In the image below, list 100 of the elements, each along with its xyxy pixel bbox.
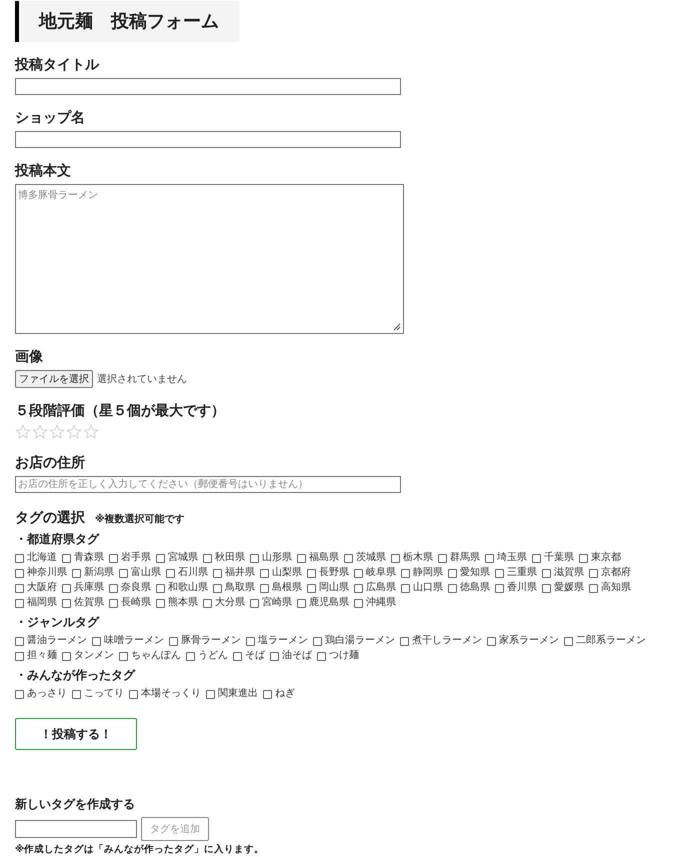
checkbox[interactable] <box>62 598 71 608</box>
checkbox[interactable] <box>589 584 598 592</box>
checkbox[interactable] <box>485 554 494 562</box>
checkbox[interactable] <box>354 568 363 578</box>
input-field[interactable]: お店の住所を正しく入力してください（郵便番号はいりません） <box>15 476 401 493</box>
star-icon[interactable] <box>15 424 31 440</box>
checkbox[interactable] <box>270 652 279 660</box>
tag-label: 北海道 <box>27 551 57 565</box>
checkbox[interactable] <box>206 690 215 698</box>
tag-label: そば <box>245 649 265 663</box>
field-label: 画像 <box>15 348 44 366</box>
checkbox[interactable] <box>297 554 306 562</box>
checkbox[interactable] <box>15 636 24 646</box>
checkbox[interactable] <box>129 690 138 698</box>
checkbox[interactable] <box>401 584 410 592</box>
checkbox[interactable] <box>15 652 24 660</box>
checkbox[interactable] <box>15 568 24 578</box>
star-icon[interactable] <box>83 424 99 440</box>
tag-label: 鳥取県 <box>225 581 255 595</box>
textarea-field[interactable]: 博多豚骨ラーメン <box>15 184 404 334</box>
checkbox[interactable] <box>92 636 101 646</box>
checkbox[interactable] <box>62 584 71 592</box>
star-icon[interactable] <box>32 424 48 440</box>
checkbox[interactable] <box>62 554 71 562</box>
checkbox[interactable] <box>156 598 165 608</box>
checkbox[interactable] <box>156 554 165 562</box>
checkbox[interactable] <box>344 554 353 562</box>
submit-button[interactable]: ！投稿する！ <box>15 718 137 750</box>
tag-label: 高知県 <box>601 581 631 595</box>
checkbox[interactable] <box>313 636 322 646</box>
checkbox[interactable] <box>354 598 363 608</box>
checkbox[interactable] <box>260 568 269 578</box>
checkbox[interactable] <box>297 598 306 608</box>
checkbox[interactable] <box>203 598 212 608</box>
checkbox[interactable] <box>109 584 118 592</box>
checkbox[interactable] <box>401 568 410 578</box>
checkbox[interactable] <box>156 584 165 592</box>
checkbox[interactable] <box>15 598 24 608</box>
tag-label: 煮干しラーメン <box>412 634 482 648</box>
resize-grip-icon[interactable] <box>393 323 401 331</box>
checkbox[interactable] <box>119 568 128 578</box>
checkbox[interactable] <box>166 568 175 578</box>
checkbox[interactable] <box>579 554 588 562</box>
checkbox[interactable] <box>487 636 496 646</box>
file-status: 選択されていません <box>97 373 187 386</box>
checkbox[interactable] <box>542 584 551 592</box>
tag-label: 岩手県 <box>121 551 151 565</box>
tag-label: 福岡県 <box>27 596 57 610</box>
checkbox[interactable] <box>109 598 118 608</box>
tag-label: 鶏白湯ラーメン <box>325 634 395 648</box>
checkbox[interactable] <box>233 652 242 660</box>
checkbox[interactable] <box>250 554 259 562</box>
checkbox[interactable] <box>391 554 400 562</box>
checkbox[interactable] <box>495 584 504 592</box>
checkbox[interactable] <box>72 690 81 698</box>
checkbox[interactable] <box>448 584 457 592</box>
tags-heading: タグの選択 <box>15 509 85 527</box>
checkbox[interactable] <box>532 554 541 562</box>
checkbox[interactable] <box>400 636 409 646</box>
choose-file-button[interactable]: ファイルを選択 <box>15 370 93 388</box>
checkbox[interactable] <box>15 690 24 698</box>
tag-label: 石川県 <box>178 566 208 580</box>
checkbox[interactable] <box>564 636 573 646</box>
checkbox[interactable] <box>186 652 195 660</box>
checkbox[interactable] <box>307 568 316 578</box>
tag-label: 味噌ラーメン <box>104 634 164 648</box>
checkbox[interactable] <box>448 568 457 578</box>
new-tag-input[interactable] <box>15 820 137 838</box>
tag-label: 茨城県 <box>356 551 386 565</box>
checkbox[interactable] <box>354 584 363 592</box>
checkbox[interactable] <box>542 568 551 578</box>
checkbox[interactable] <box>109 554 118 562</box>
input-field[interactable] <box>15 131 401 148</box>
checkbox[interactable] <box>250 598 259 608</box>
checkbox[interactable] <box>260 584 269 592</box>
checkbox[interactable] <box>495 568 504 578</box>
tag-label: 兵庫県 <box>74 581 104 595</box>
checkbox[interactable] <box>438 554 447 562</box>
checkbox[interactable] <box>263 690 272 698</box>
checkbox[interactable] <box>15 584 24 592</box>
field-label: ショップ名 <box>15 109 86 127</box>
star-icon[interactable] <box>49 424 65 440</box>
checkbox[interactable] <box>213 584 222 592</box>
tag-label: 二郎系ラーメン <box>576 634 646 648</box>
checkbox[interactable] <box>169 636 178 646</box>
checkbox[interactable] <box>15 554 24 562</box>
checkbox[interactable] <box>213 568 222 578</box>
star-icon[interactable] <box>66 424 82 440</box>
checkbox[interactable] <box>307 584 316 592</box>
checkbox[interactable] <box>246 636 255 646</box>
tag-label: 三重県 <box>507 566 537 580</box>
checkbox[interactable] <box>203 554 212 562</box>
checkbox[interactable] <box>62 652 71 660</box>
checkbox[interactable] <box>119 652 128 660</box>
tag-label: つけ麺 <box>329 649 359 663</box>
checkbox[interactable] <box>589 568 598 578</box>
field-label: 投稿タイトル <box>15 56 100 74</box>
input-field[interactable] <box>15 78 401 95</box>
checkbox[interactable] <box>72 568 81 578</box>
checkbox[interactable] <box>317 652 326 660</box>
